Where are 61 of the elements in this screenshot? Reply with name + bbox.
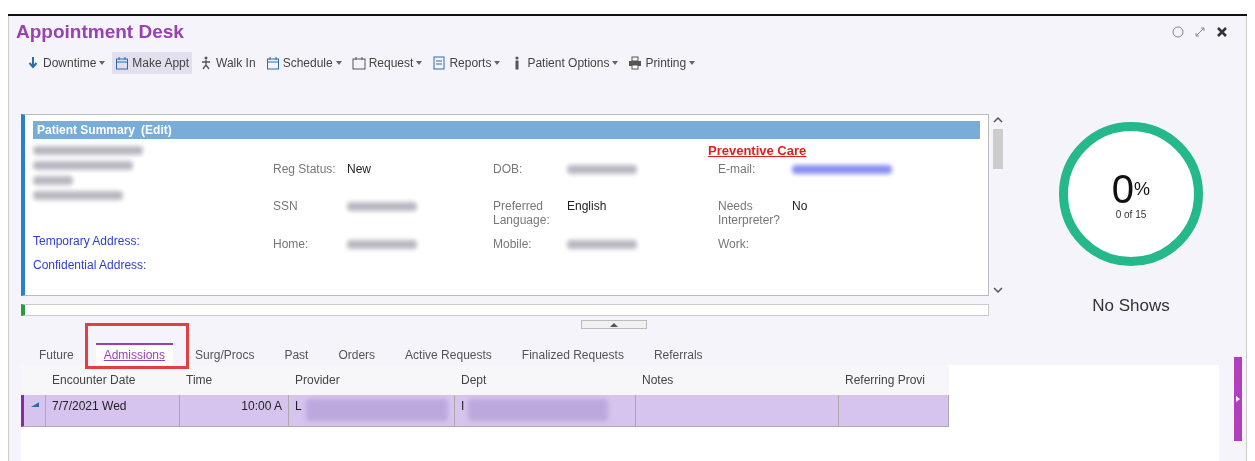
tab[interactable]: Past — [276, 343, 317, 365]
column-header[interactable]: Notes — [636, 365, 839, 396]
table-cell: 7/7/2021 Wed — [46, 395, 180, 427]
gauge-value: 0% — [1111, 168, 1151, 209]
tab[interactable]: Admissions — [95, 343, 174, 365]
gauge-label: No Shows — [1092, 296, 1170, 316]
section-title: Patient Summary — [37, 123, 136, 137]
column-header[interactable]: Referring Provi — [839, 365, 949, 396]
toolbar-button[interactable]: Schedule — [262, 52, 345, 74]
help-icon[interactable] — [1172, 26, 1184, 38]
scrollbar-thumb[interactable] — [993, 129, 1003, 169]
toolbar-button[interactable]: Make Appt — [112, 52, 193, 74]
field-value: English — [567, 199, 607, 214]
toolbar-button[interactable]: Walk In — [196, 52, 259, 74]
column-header[interactable]: Time — [180, 365, 289, 396]
column-header[interactable]: Provider — [289, 365, 455, 396]
tab[interactable]: Future — [31, 343, 82, 365]
down-arrow-icon — [26, 56, 40, 70]
toolbar-button[interactable]: Downtime — [23, 52, 109, 74]
tab[interactable]: Referrals — [645, 343, 711, 365]
printer-icon — [628, 56, 643, 70]
expand-icon[interactable] — [1194, 26, 1206, 38]
address-link[interactable]: Confidential Address: — [33, 258, 273, 272]
table-cell: 10:00 A — [180, 395, 289, 427]
field-label: DOB: — [493, 162, 524, 176]
close-icon[interactable] — [1216, 26, 1228, 38]
address-link[interactable]: Temporary Address: — [33, 234, 273, 248]
field-label: Needs Interpreter? — [718, 199, 782, 228]
report-icon — [432, 56, 447, 70]
tab[interactable]: Orders — [330, 343, 384, 365]
field-label: Work: — [718, 236, 751, 251]
cell-text: L — [295, 399, 302, 413]
toolbar-button[interactable]: Request — [348, 52, 426, 74]
tab[interactable]: Active Requests — [397, 343, 500, 365]
window-title: Appointment Desk — [16, 21, 185, 43]
field-label: E-mail: — [718, 162, 757, 176]
calendar-icon — [115, 56, 130, 70]
scroll-down-icon[interactable] — [993, 287, 1003, 294]
column-header[interactable]: Dept — [455, 365, 636, 396]
toolbar-button[interactable]: Patient Options — [507, 52, 622, 74]
field-label: Home: — [273, 236, 310, 251]
gauge-caption: 0 of 15 — [1115, 208, 1147, 220]
field-value: New — [347, 162, 371, 176]
cell-text: I — [461, 399, 465, 413]
toolbar-button[interactable]: Reports — [429, 52, 504, 74]
toolbar-button[interactable]: Printing — [625, 52, 699, 74]
expand-arrow-icon — [1236, 396, 1240, 402]
blurred-text — [33, 176, 73, 185]
field-value: No — [792, 199, 808, 214]
scroll-up-icon[interactable] — [993, 116, 1003, 123]
preventive-care-link[interactable]: Preventive Care — [708, 143, 807, 158]
field-label: Preferred Language: — [493, 199, 551, 228]
tab[interactable]: Finalized Requests — [513, 343, 632, 365]
field-label: Reg Status: — [273, 162, 337, 176]
splitter-handle[interactable] — [581, 320, 647, 329]
calendar-icon — [265, 56, 280, 70]
side-panel-toggle[interactable] — [1234, 357, 1242, 441]
field-label: SSN — [273, 199, 299, 214]
field-label: Mobile: — [493, 236, 533, 251]
admission-icon — [30, 399, 39, 409]
tab[interactable]: Surg/Procs — [187, 343, 263, 365]
